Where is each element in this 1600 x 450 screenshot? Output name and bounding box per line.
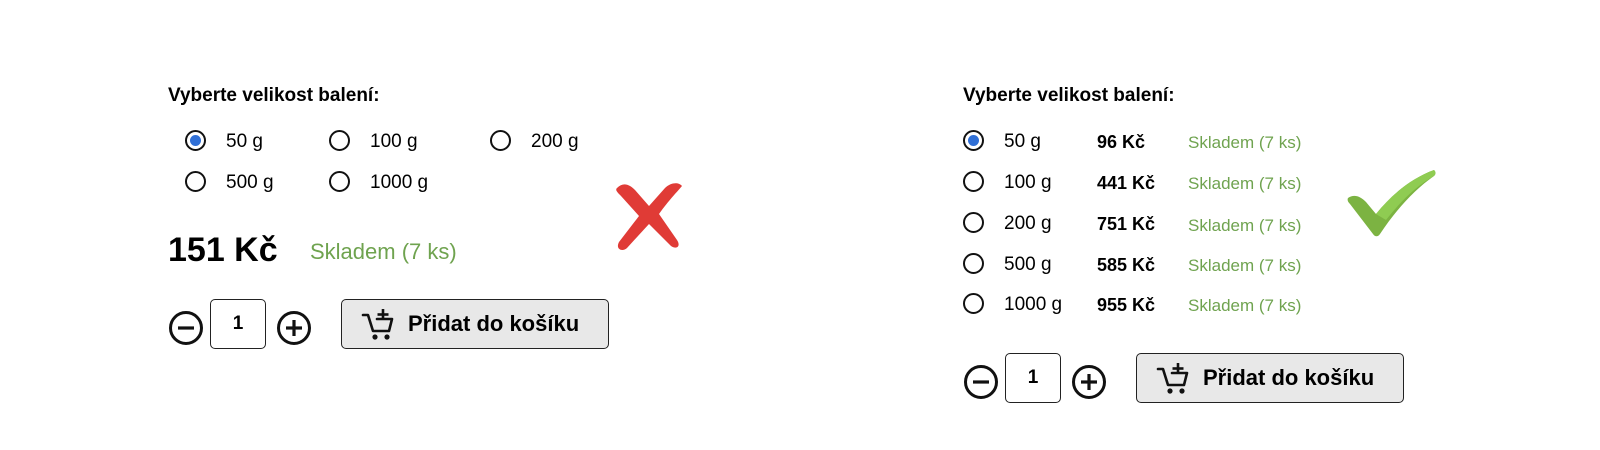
right-option-stock: Skladem (7 ks): [1188, 296, 1302, 315]
left-option-label: 1000 g: [370, 172, 429, 193]
left-package-size-heading: Vyberte velikost balení:: [168, 85, 380, 106]
right-radio-500g[interactable]: [963, 253, 984, 274]
cart-add-icon: [1156, 363, 1189, 394]
minus-circle-icon[interactable]: [168, 310, 204, 346]
left-radio-100g[interactable]: [329, 130, 350, 151]
right-option-stock: Skladem (7 ks): [1188, 256, 1302, 275]
right-option-label: 500 g: [1004, 254, 1052, 275]
right-option-price: 955 Kč: [1097, 295, 1156, 315]
right-option-stock: Skladem (7 ks): [1188, 216, 1302, 235]
right-option-price: 585 Kč: [1097, 255, 1156, 275]
right-package-size-heading: Vyberte velikost balení:: [963, 85, 1175, 106]
right-option-price: 441 Kč: [1097, 173, 1156, 193]
left-radio-200g[interactable]: [490, 130, 511, 151]
left-option-label: 100 g: [370, 131, 418, 152]
right-radio-50g[interactable]: [963, 130, 984, 151]
plus-circle-icon[interactable]: [1071, 364, 1107, 400]
right-option-price: 751 Kč: [1097, 214, 1156, 234]
left-option-label: 200 g: [531, 131, 579, 152]
left-radio-500g[interactable]: [185, 171, 206, 192]
left-radio-50g[interactable]: [185, 130, 206, 151]
right-option-label: 50 g: [1004, 131, 1041, 152]
right-radio-1000g[interactable]: [963, 293, 984, 314]
add-to-cart-label: Přidat do košíku: [1203, 365, 1375, 390]
left-stock-status: Skladem (7 ks): [310, 239, 457, 264]
right-option-price: 96 Kč: [1097, 132, 1146, 152]
left-option-label: 50 g: [226, 131, 263, 152]
right-option-label: 1000 g: [1004, 294, 1063, 315]
cross-mark-icon: [616, 183, 682, 250]
left-option-label: 500 g: [226, 172, 274, 193]
add-to-cart-label: Přidat do košíku: [408, 311, 580, 336]
left-price: 151 Kč: [168, 231, 278, 269]
right-quantity-input[interactable]: 1: [1005, 353, 1061, 403]
left-add-to-cart-button[interactable]: Přidat do košíku: [341, 299, 609, 349]
right-add-to-cart-button[interactable]: Přidat do košíku: [1136, 353, 1404, 403]
left-radio-1000g[interactable]: [329, 171, 350, 192]
right-option-stock: Skladem (7 ks): [1188, 133, 1302, 152]
right-radio-200g[interactable]: [963, 212, 984, 233]
right-option-stock: Skladem (7 ks): [1188, 174, 1302, 193]
right-option-label: 100 g: [1004, 172, 1052, 193]
minus-circle-icon[interactable]: [963, 364, 999, 400]
plus-circle-icon[interactable]: [276, 310, 312, 346]
cart-add-icon: [361, 309, 394, 340]
right-option-label: 200 g: [1004, 213, 1052, 234]
check-mark-icon: [1347, 170, 1436, 237]
right-radio-100g[interactable]: [963, 171, 984, 192]
left-quantity-input[interactable]: 1: [210, 299, 266, 349]
